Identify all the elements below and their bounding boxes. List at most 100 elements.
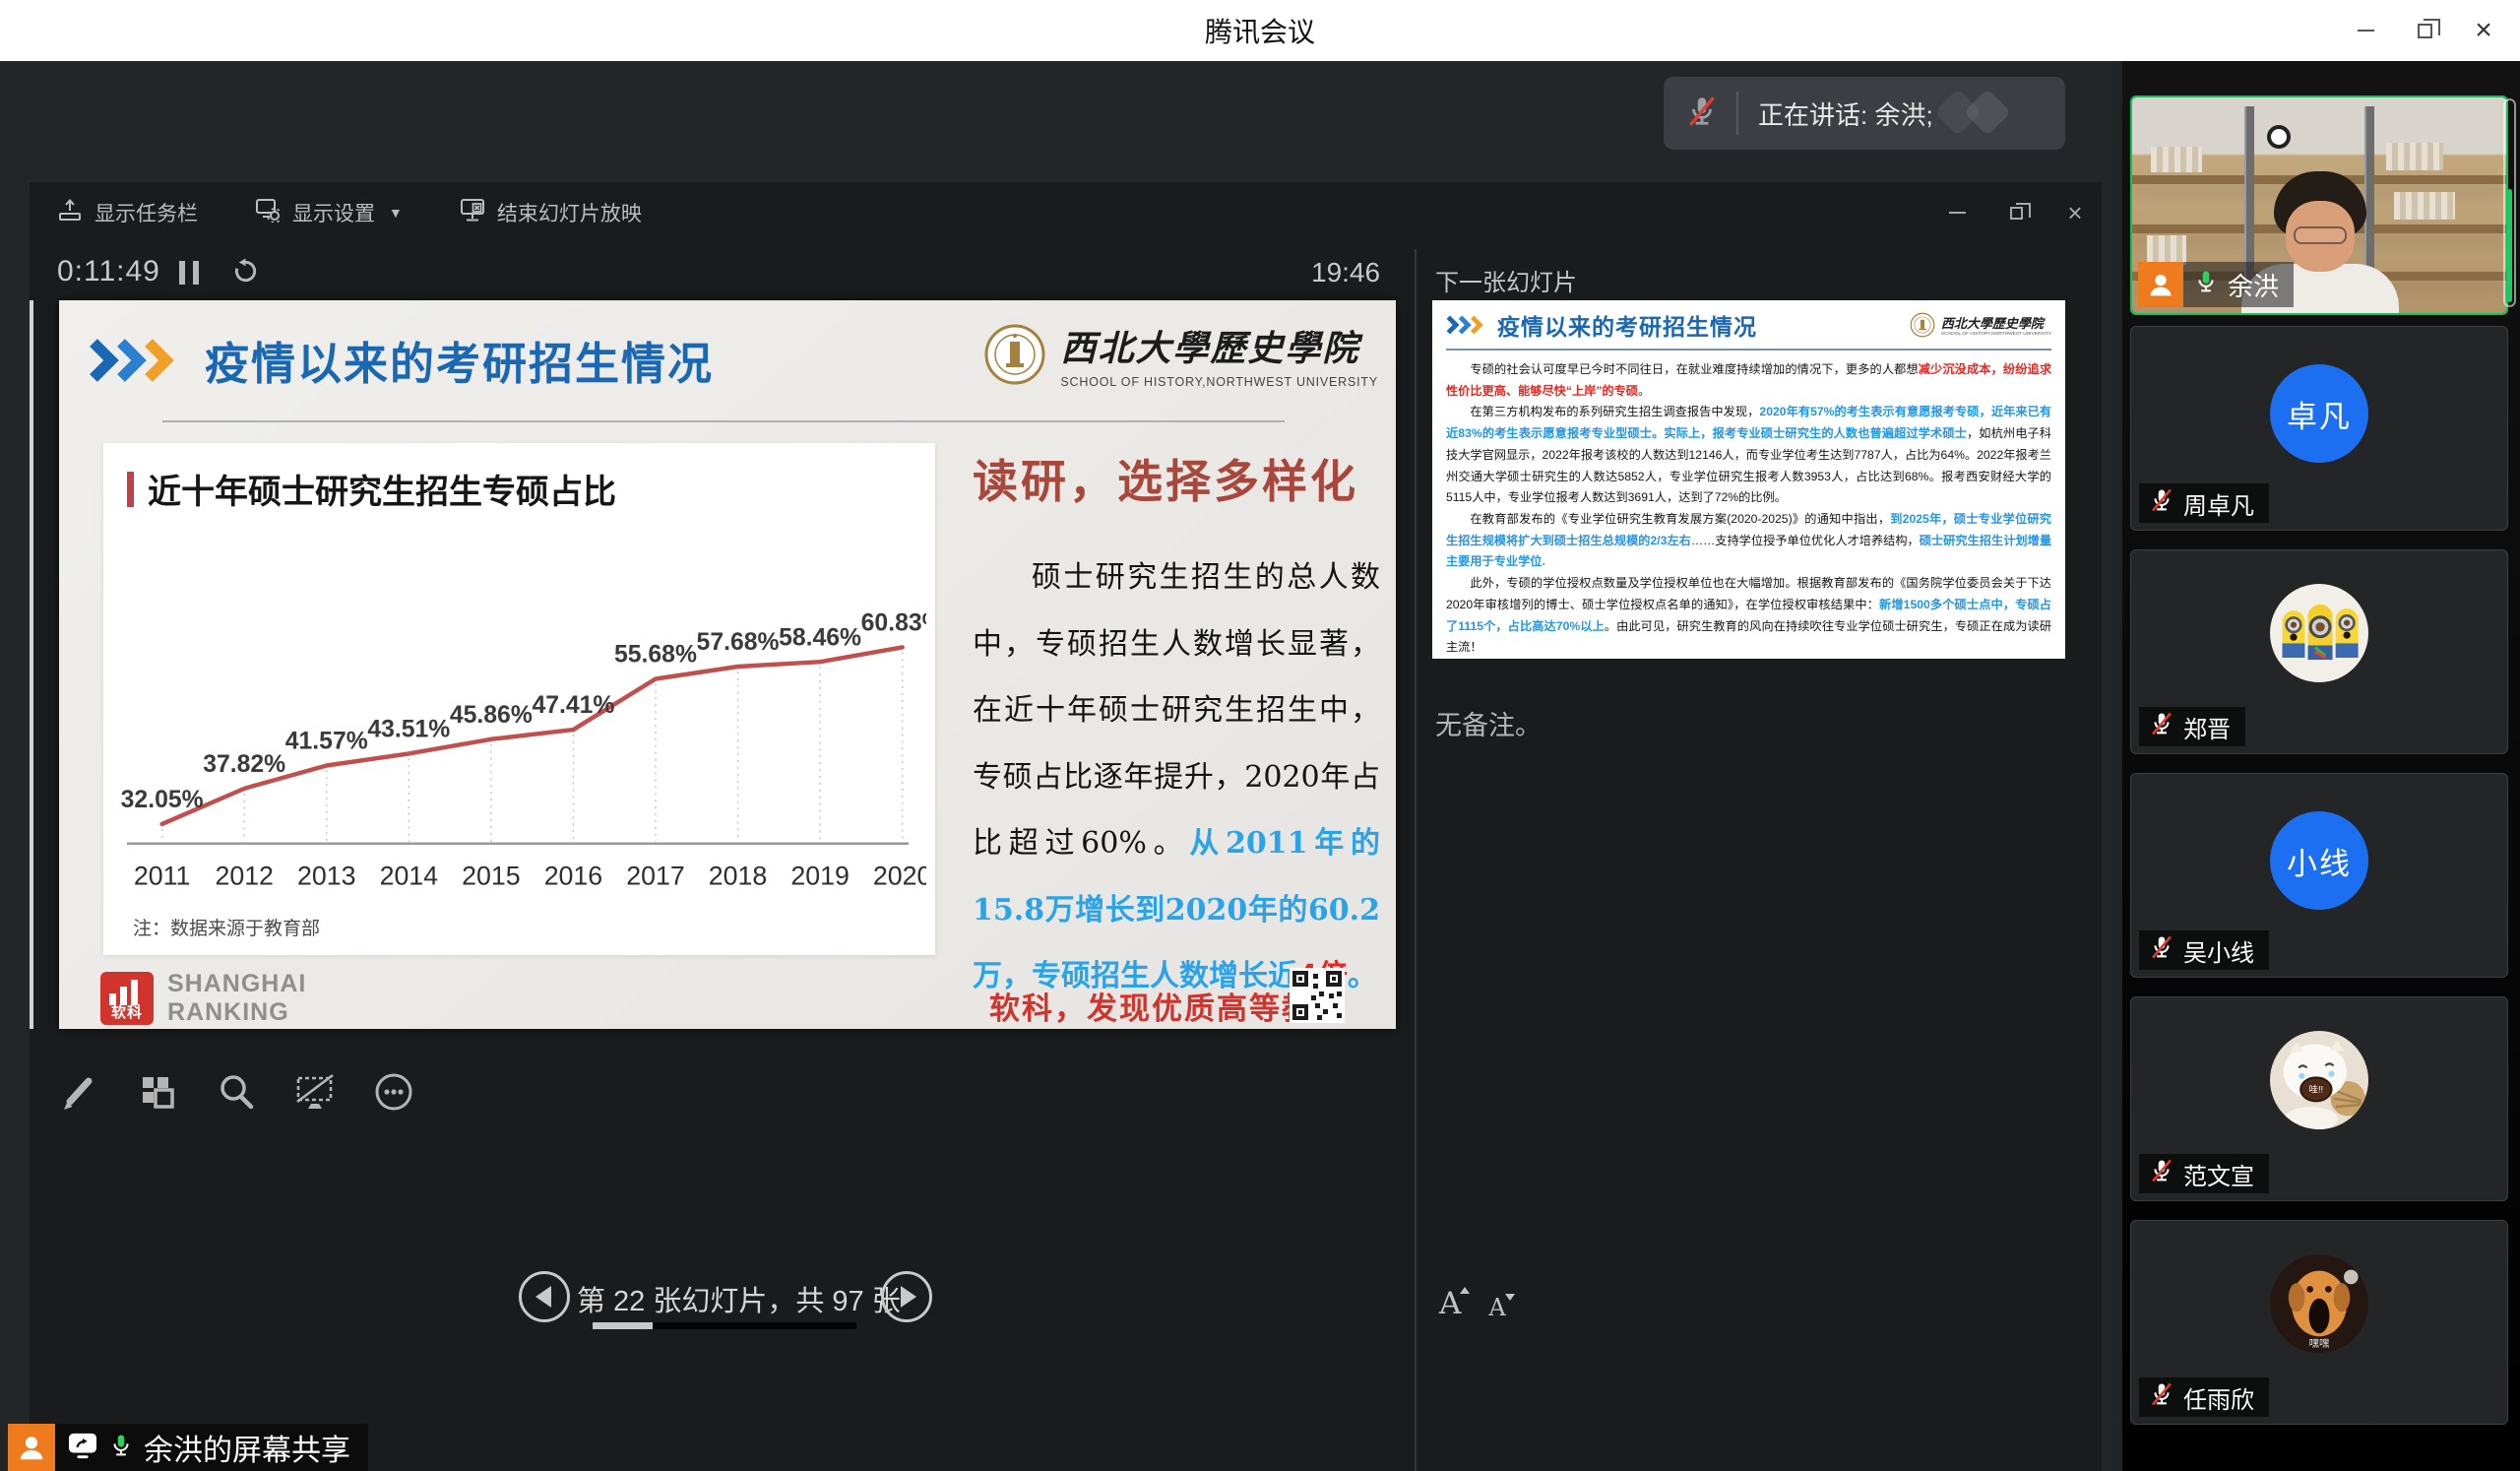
ppt-window-controls: × xyxy=(1940,182,2102,243)
share-banner-label: 余洪的屏幕共享 xyxy=(144,1426,350,1469)
participant-tile-周卓凡[interactable]: 卓凡 周卓凡 xyxy=(2130,326,2508,531)
restore-icon xyxy=(2010,207,2023,220)
close-icon: × xyxy=(2475,16,2492,45)
preview-paragraph: 专硕的社会认可度早已今时不同往日，在就业难度持续增加的情况下，更多的人都想减少沉… xyxy=(1446,359,2051,402)
presenter-icon xyxy=(8,1424,55,1471)
participant-name: 郑晋 xyxy=(2183,710,2231,744)
preview-paragraph: 此外，专硕的学位授权点数量及学位授权单位也在大幅增加。根据教育部发布的《国务院学… xyxy=(1446,573,2051,659)
name-badge: 郑晋 xyxy=(2139,707,2245,746)
svg-text:60.83%: 60.83% xyxy=(861,610,926,637)
caret-down-icon xyxy=(1505,1294,1515,1301)
close-button[interactable]: × xyxy=(2461,8,2506,53)
more-options-button[interactable] xyxy=(370,1068,417,1116)
cat-meme-photo: 哇!! xyxy=(2270,1031,2368,1129)
end-slideshow-button[interactable]: 结束幻灯片放映 xyxy=(460,197,642,228)
presenter-toolbar: 显示任务栏 显示设置 ▼ 结束幻灯片放映 × xyxy=(30,182,2102,243)
display-settings-button[interactable]: 显示设置 ▼ xyxy=(255,197,403,228)
triple-chevron-icon xyxy=(1446,315,1487,335)
clock: 19:46 xyxy=(1311,257,1380,288)
slide-position-label: 第 22 张幻灯片，共 97 张 xyxy=(577,1278,872,1319)
pause-timer-button[interactable] xyxy=(179,261,199,285)
display-settings-icon xyxy=(255,197,281,228)
svg-text:41.57%: 41.57% xyxy=(285,729,368,755)
participant-name: 范文宣 xyxy=(2183,1157,2254,1191)
name-badge: 任雨欣 xyxy=(2139,1377,2269,1417)
participants-sidebar: 余洪卓凡 周卓凡 郑晋小线 吴小线 哇!! xyxy=(2122,61,2520,1471)
progress-fill xyxy=(593,1322,653,1329)
title-accent-bar xyxy=(127,472,134,507)
restore-icon xyxy=(2418,24,2432,38)
elapsed-timer: 0:11:49 xyxy=(57,255,160,288)
participant-name: 余洪 xyxy=(2228,267,2279,303)
slide-edge xyxy=(30,300,33,1029)
avatar: 卓凡 xyxy=(2270,364,2368,463)
slide-right-column: 读研，选择多样化 硕士研究生招生的总人数中，专硕招生人数增长显著，在近十年硕士研… xyxy=(973,446,1380,1010)
svg-text:43.51%: 43.51% xyxy=(367,717,450,743)
mic-muted-icon xyxy=(2149,1158,2174,1190)
preview-paragraph: 在第三方机构发布的系列研究生招生调查报告中发现，2020年有57%的考生表示有意… xyxy=(1446,402,2051,509)
slide-navigator-button[interactable] xyxy=(134,1068,181,1116)
restart-timer-button[interactable] xyxy=(232,258,259,289)
speaker-notes: 无备注。 xyxy=(1435,704,1542,742)
svg-text:2018: 2018 xyxy=(709,861,767,890)
svg-text:2014: 2014 xyxy=(380,861,439,890)
presenter-icon xyxy=(2138,262,2183,307)
chart-title: 近十年硕士研究生招生专硕占比 xyxy=(148,465,616,513)
mic-muted-icon xyxy=(2149,487,2174,520)
shanghairanking-logo-icon: 软科 xyxy=(100,972,154,1025)
restore-button[interactable] xyxy=(2402,8,2447,53)
notes-font-controls: A A xyxy=(1439,1289,1506,1319)
ppt-close-button[interactable]: × xyxy=(2058,196,2092,229)
next-slide-button[interactable] xyxy=(881,1271,932,1322)
participant-tile-吴小线[interactable]: 小线 吴小线 xyxy=(2130,773,2508,978)
qr-code xyxy=(1290,968,1345,1023)
participant-name: 任雨欣 xyxy=(2183,1380,2254,1415)
participant-tile-余洪[interactable]: 余洪 xyxy=(2130,96,2508,315)
minions-photo xyxy=(2270,584,2368,682)
participant-tile-任雨欣[interactable]: 嘿嘿 任雨欣 xyxy=(2130,1220,2508,1425)
tencent-meeting-window: 腾讯会议 × 正在讲话: 余洪; 显示任务栏 xyxy=(0,0,2520,1471)
participant-tile-范文宣[interactable]: 哇!! 范文宣 xyxy=(2130,996,2508,1201)
slideshow-progress-bar[interactable] xyxy=(593,1322,856,1329)
mic-muted-icon xyxy=(2149,934,2174,967)
shared-screen-area: 正在讲话: 余洪; 显示任务栏 显示设置 ▼ 结束幻灯片放映 xyxy=(0,61,2116,1471)
decrease-font-button[interactable]: A xyxy=(1488,1296,1505,1319)
left-arrow-icon xyxy=(536,1286,551,1308)
minimize-button[interactable] xyxy=(2343,8,2388,53)
ppt-minimize-button[interactable] xyxy=(1940,196,1974,229)
current-slide[interactable]: 疫情以来的考研招生情况 西北大學歷史學院 SCHOOL OF HISTORY,N… xyxy=(59,300,1396,1029)
mic-active-icon xyxy=(2193,269,2219,301)
zoom-tool-button[interactable] xyxy=(213,1068,260,1116)
svg-text:47.41%: 47.41% xyxy=(532,692,614,719)
pen-tool-button[interactable] xyxy=(55,1068,102,1116)
svg-text:45.86%: 45.86% xyxy=(450,702,533,729)
svg-text:2017: 2017 xyxy=(626,861,684,890)
mic-muted-icon xyxy=(1685,95,1719,133)
right-arrow-icon xyxy=(901,1286,916,1308)
svg-text:2011: 2011 xyxy=(134,861,190,890)
sidebar-scrollbar[interactable] xyxy=(2503,98,2516,307)
participant-tile-郑晋[interactable]: 郑晋 xyxy=(2130,549,2508,754)
school-logo: 西北大學歷史學院 SCHOOL OF HISTORY,NORTHWEST UNI… xyxy=(1910,312,2051,338)
panel-divider xyxy=(1415,249,1417,1471)
meeting-logo-icon xyxy=(1933,92,2022,135)
mic-active-icon xyxy=(108,1433,134,1463)
school-name-cn: 西北大學歷史學院 xyxy=(1060,320,1378,371)
svg-text:哇!!: 哇!! xyxy=(2309,1084,2324,1095)
triple-chevron-icon xyxy=(89,338,183,383)
avatar: 小线 xyxy=(2270,811,2368,910)
show-taskbar-button[interactable]: 显示任务栏 xyxy=(57,197,198,228)
data-source-note: 注：数据来源于教育部 xyxy=(133,914,320,940)
black-screen-button[interactable] xyxy=(291,1068,339,1116)
end-show-icon xyxy=(460,197,485,228)
specialized-masters-ratio-chart: 32.05%201137.82%201241.57%201343.51%2014… xyxy=(109,522,926,912)
increase-font-button[interactable]: A xyxy=(1439,1289,1461,1319)
screen-share-banner: 余洪的屏幕共享 xyxy=(8,1424,368,1471)
scrollbar-thumb[interactable] xyxy=(2507,189,2512,302)
mic-muted-icon xyxy=(2149,711,2174,743)
name-badge: 范文宣 xyxy=(2139,1154,2269,1193)
ppt-restore-button[interactable] xyxy=(1999,196,2033,229)
mic-muted-icon xyxy=(2149,1381,2174,1414)
previous-slide-button[interactable] xyxy=(519,1271,570,1322)
ppt-presenter-window: 显示任务栏 显示设置 ▼ 结束幻灯片放映 × 0:11:49 xyxy=(30,182,2102,1471)
